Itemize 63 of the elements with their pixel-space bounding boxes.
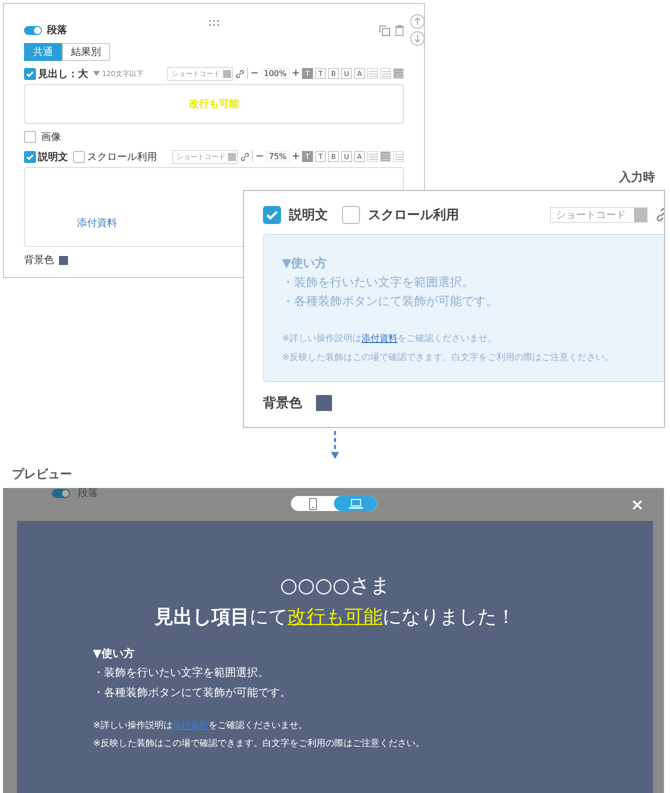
highlighted-text: 改行も可能 [189,98,239,111]
color-swatch[interactable] [316,395,332,411]
decrease-button[interactable]: − [255,151,264,162]
checkbox[interactable] [263,206,281,224]
increase-button[interactable]: + [292,68,300,79]
align-button[interactable] [380,151,391,162]
background-color-label: 背景色 [24,254,54,267]
decrease-button[interactable]: − [250,68,259,79]
checkbox[interactable] [342,206,360,224]
preview-heading: 見出し項目 にて改行も可能になりました！ [153,605,516,630]
increase-button[interactable]: + [292,151,300,162]
color-swatch[interactable] [59,256,68,264]
checkbox[interactable] [24,150,36,162]
background-color-label: 背景色 [263,394,302,412]
recipient-name: ○○○○さま [279,573,391,597]
note-text: ※詳しい操作説明は [282,334,362,344]
tab[interactable]: 結果別 [62,43,110,61]
phone-icon [308,498,316,510]
toggle-switch[interactable] [24,26,42,34]
copy-icon[interactable] [379,24,390,36]
laptop-icon [348,498,362,508]
checkbox[interactable] [24,68,36,80]
usage-title: ▼使い方 [282,255,328,272]
usage-line: ・各種装飾ボタンにて装飾が可能です。 [93,685,292,701]
input-caption: 入力時 [619,169,655,186]
attachment-link[interactable]: 添付資料 [77,216,117,230]
note-text: ※反映した装飾はこの場で確認できます。白文字をご利用の際はご注意ください。 [93,738,426,751]
option-label: スクロール利用 [87,150,157,164]
dashed-arrow [331,431,339,459]
font-size-field[interactable]: 100% [260,68,290,79]
note-text: をご確認くださいませ。 [208,721,308,731]
field-label: 説明文 [38,150,68,164]
section-label: 段落 [78,488,98,500]
trash-icon[interactable] [395,24,404,36]
usage-line: ・装飾を行いたい文字を範囲選択。 [93,665,270,681]
note-text: ※詳しい操作説明は [93,721,173,731]
align-button[interactable] [393,151,404,162]
align-button[interactable] [380,68,391,79]
dropdown-caret-icon[interactable] [93,71,100,76]
link-icon[interactable] [235,68,246,78]
device-toggle[interactable] [334,496,377,511]
font-size-field[interactable]: 75% [266,151,290,162]
move-down-icon[interactable] [410,31,425,46]
note-text: をご確認くださいませ。 [398,334,497,344]
move-up-icon[interactable] [410,14,425,29]
link-icon[interactable] [240,152,250,162]
usage-title: ▼使い方 [93,646,136,662]
checkbox[interactable] [24,131,36,143]
usage-line: ・各種装飾ボタンにて装飾が可能です。 [282,293,499,310]
usage-line: ・装飾を行いたい文字を範囲選択。 [282,274,475,291]
section-label: 段落 [47,24,67,37]
option-label: 画像 [41,131,61,144]
note-text: ※反映した装飾はこの場で確認できます。白文字をご利用の際はご注意ください。 [282,352,615,365]
align-button[interactable] [367,151,378,162]
align-button[interactable] [367,68,378,79]
align-button[interactable] [393,68,404,79]
field-label: 見出し：大 [38,68,88,80]
drag-handle-icon[interactable] [209,20,219,27]
text-area[interactable]: ▼使い方 ・装飾を行いたい文字を範囲選択。 ・各種装飾ボタンにて装飾が可能です。 ※詳しい操作説明は添付資料をご確認くださいませ。 ※反映した装飾はこの場で確認できます。白文字をご利用の際はご注意ください。 [263,234,664,382]
attachment-link[interactable]: 添付資料 [362,334,398,344]
checkbox[interactable] [73,150,85,162]
field-label: 説明文 [289,206,328,224]
preview-caption: プレビュー [12,466,73,483]
